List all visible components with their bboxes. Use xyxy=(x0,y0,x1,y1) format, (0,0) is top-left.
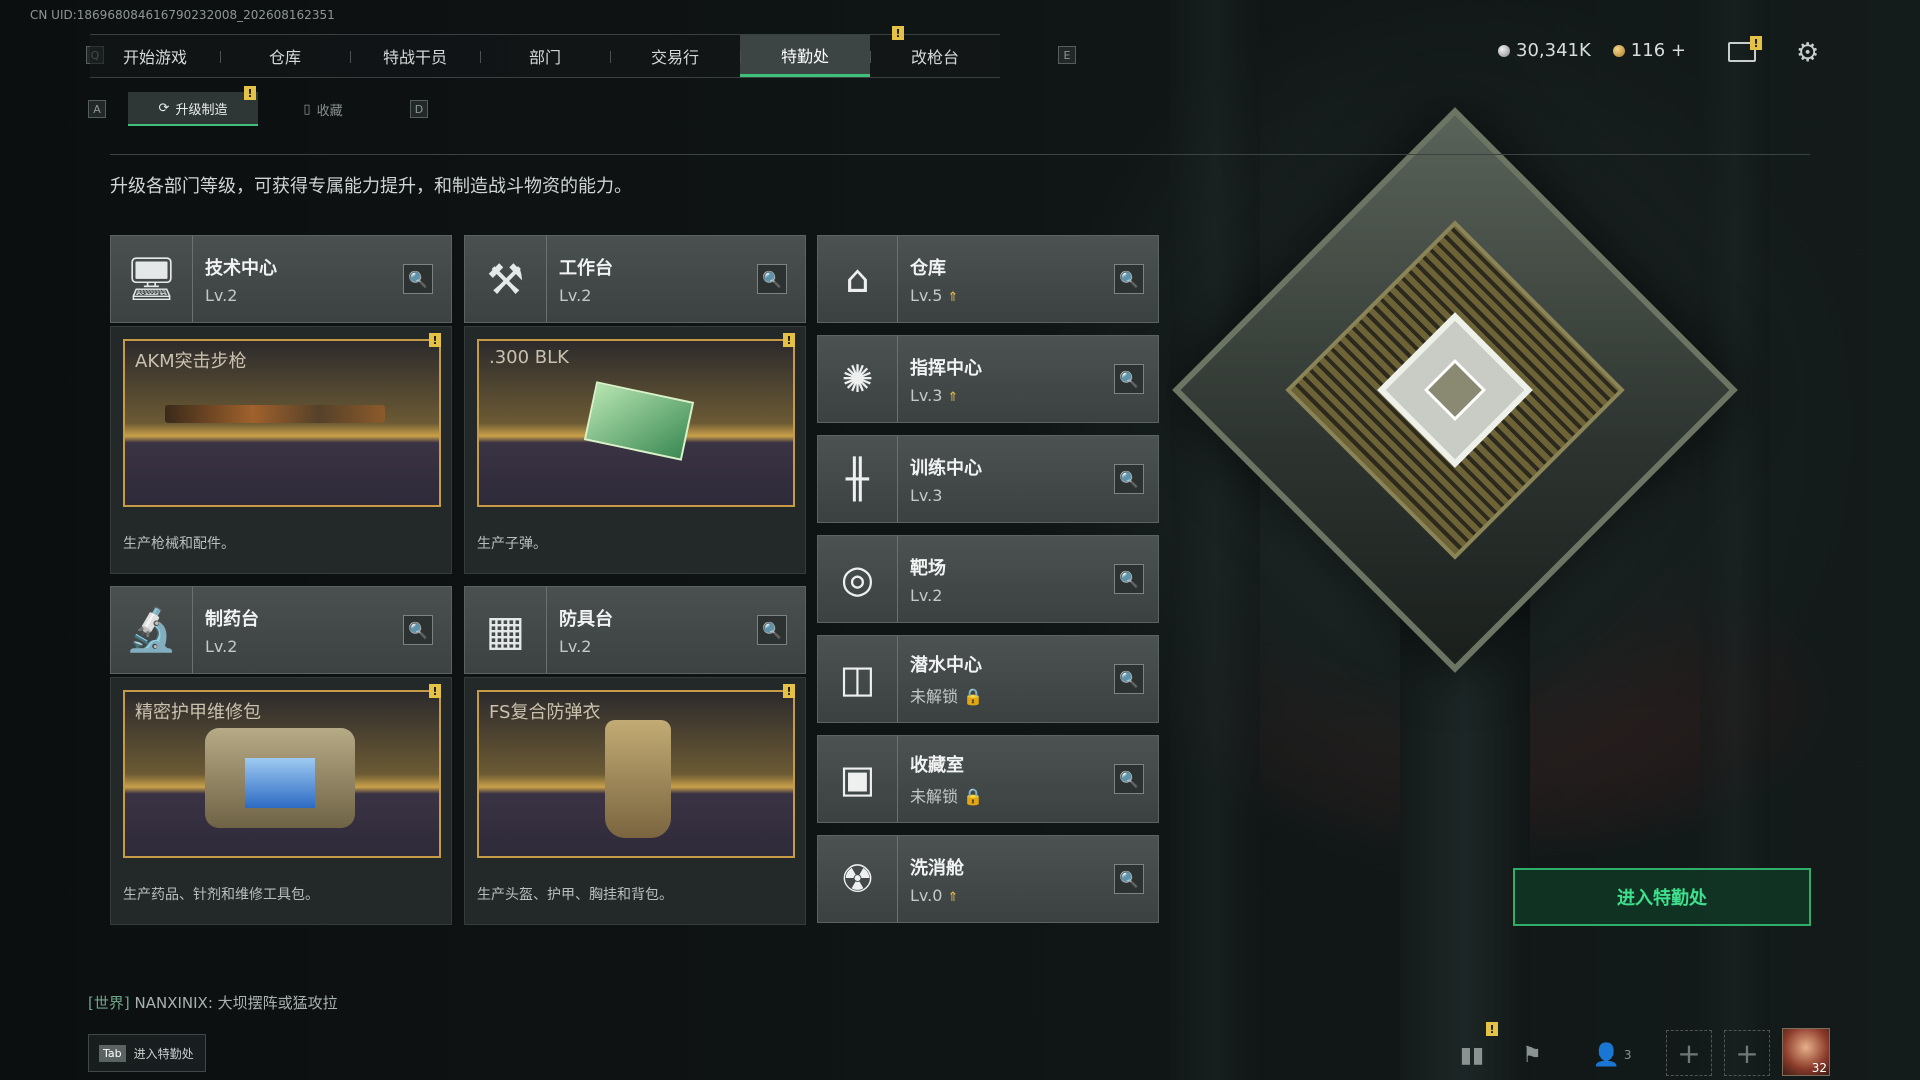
product-card-armor-bench[interactable]: FS复合防弹衣 ! 生产头盔、护甲、胸挂和背包。 xyxy=(464,677,806,925)
add-squad-slot-button[interactable]: + xyxy=(1724,1030,1770,1076)
product-image: 精密护甲维修包 xyxy=(123,690,441,858)
ammo-box-icon xyxy=(583,381,695,461)
dumbbell-icon: ╫ xyxy=(818,436,898,522)
tab-special-ops[interactable]: 特勤处 xyxy=(740,35,870,77)
upgrade-arrow-icon: ⇑ xyxy=(947,289,959,305)
search-icon[interactable]: 🔍 xyxy=(1114,864,1144,894)
command-icon: ✺ xyxy=(818,336,898,422)
intro-text: 升级各部门等级，可获得专属能力提升，和制造战斗物资的能力。 xyxy=(110,176,632,197)
product-alert-icon: ! xyxy=(783,684,795,698)
upgrade-arrow-icon: ⇑ xyxy=(947,889,959,905)
upgrade-icon: ⟳ xyxy=(158,100,170,116)
search-icon[interactable]: 🔍 xyxy=(757,615,787,645)
user-id-label: CN UID:1869680846167902320​08_2026081623… xyxy=(30,8,335,22)
search-icon[interactable]: 🔍 xyxy=(757,264,787,294)
facility-diving-center[interactable]: ◫ 潜水中心 未解锁 🔒 🔍 xyxy=(817,635,1159,723)
tab-warehouse[interactable]: 仓库 xyxy=(220,35,350,77)
product-card-tech-center[interactable]: AKM突击步枪 ! 生产枪械和配件。 xyxy=(110,326,452,574)
add-currency-button[interactable]: + xyxy=(1671,40,1686,61)
tab-operators[interactable]: 特战干员 xyxy=(350,35,480,77)
facility-decon-chamber[interactable]: ☢ 洗消舱 Lv.0 ⇑ 🔍 xyxy=(817,835,1159,923)
search-icon[interactable]: 🔍 xyxy=(1114,764,1144,794)
tools-icon: ⚒ xyxy=(465,236,547,322)
subtab-collection[interactable]: ▯ 收藏 xyxy=(258,92,388,126)
world-chat[interactable]: [世界] NANXINIX: 大坝摆阵或猛攻拉 xyxy=(88,992,338,1013)
key-hint-d: D xyxy=(410,100,428,118)
gear-icon[interactable]: ⚙ xyxy=(1796,38,1819,68)
rifle-icon xyxy=(165,405,385,423)
facility-shooting-range[interactable]: ◎ 靶场 Lv.2 🔍 xyxy=(817,535,1159,623)
search-icon[interactable]: 🔍 xyxy=(403,264,433,294)
facility-command-center[interactable]: ✺ 指挥中心 Lv.3 ⇑ 🔍 xyxy=(817,335,1159,423)
key-hint-e: E xyxy=(1058,46,1076,64)
subtab-alert-icon: ! xyxy=(244,86,256,100)
sub-tabs: ⟳ 升级制造 ▯ 收藏 xyxy=(128,92,388,126)
gold-coin-icon xyxy=(1612,45,1625,57)
computer-icon: 🖥 xyxy=(111,236,193,322)
warehouse-icon: ⌂ xyxy=(818,236,898,322)
tab-hint-button[interactable]: Tab 进入特勤处 xyxy=(88,1034,206,1072)
add-squad-slot-button[interactable]: + xyxy=(1666,1030,1712,1076)
body-armor-icon xyxy=(605,720,671,838)
stats-icon[interactable]: ▮▮ xyxy=(1452,1035,1492,1075)
main-nav: 开始游戏 仓库 特战干员 部门 交易行 特勤处 改枪台 xyxy=(90,34,1000,78)
search-icon[interactable]: 🔍 xyxy=(1114,664,1144,694)
microscope-icon: 🔬 xyxy=(111,587,193,673)
key-hint-a: A xyxy=(88,100,106,118)
flag-icon[interactable]: ⚑ xyxy=(1512,1035,1552,1075)
stats-alert-icon: ! xyxy=(1486,1022,1498,1036)
diving-mask-icon: ◫ xyxy=(818,636,898,722)
tab-gunsmith[interactable]: 改枪台 xyxy=(870,35,1000,77)
product-alert-icon: ! xyxy=(429,684,441,698)
search-icon[interactable]: 🔍 xyxy=(1114,564,1144,594)
product-image: .300 BLK xyxy=(477,339,795,507)
boxes-icon: ▦ xyxy=(465,587,547,673)
facility-training-center[interactable]: ╫ 训练中心 Lv.3 🔍 xyxy=(817,435,1159,523)
collection-room-icon: ▣ xyxy=(818,736,898,822)
gold-currency[interactable]: 116 + xyxy=(1612,40,1686,61)
repair-kit-icon xyxy=(205,728,355,828)
search-icon[interactable]: 🔍 xyxy=(1114,464,1144,494)
product-alert-icon: ! xyxy=(783,333,795,347)
tab-start-game[interactable]: 开始游戏 xyxy=(90,35,220,77)
alert-icon: ! xyxy=(892,26,904,40)
product-card-pharmacy[interactable]: 精密护甲维修包 ! 生产药品、针剂和维修工具包。 xyxy=(110,677,452,925)
tab-department[interactable]: 部门 xyxy=(480,35,610,77)
product-image: AKM突击步枪 xyxy=(123,339,441,507)
product-card-workbench[interactable]: .300 BLK ! 生产子弹。 xyxy=(464,326,806,574)
silver-currency: 30,341K xyxy=(1498,40,1591,61)
friends-icon[interactable]: 👤 3 xyxy=(1582,1035,1642,1075)
search-icon[interactable]: 🔍 xyxy=(403,615,433,645)
facility-collection-room[interactable]: ▣ 收藏室 未解锁 🔒 🔍 xyxy=(817,735,1159,823)
facility-pharmacy[interactable]: 🔬 制药台 Lv.2 🔍 xyxy=(110,586,452,674)
hazmat-icon: ☢ xyxy=(818,836,898,922)
facility-tech-center[interactable]: 🖥 技术中心 Lv.2 🔍 xyxy=(110,235,452,323)
facility-armor-bench[interactable]: ▦ 防具台 Lv.2 🔍 xyxy=(464,586,806,674)
currency-bar: 30,341K 116 + xyxy=(1498,40,1686,61)
lock-icon: 🔒 xyxy=(963,787,984,806)
avatar[interactable]: 32 xyxy=(1782,1028,1830,1076)
search-icon[interactable]: 🔍 xyxy=(1114,364,1144,394)
product-alert-icon: ! xyxy=(429,333,441,347)
divider xyxy=(110,154,1810,155)
lock-icon: 🔒 xyxy=(963,687,984,706)
subtab-upgrade[interactable]: ⟳ 升级制造 xyxy=(128,92,258,126)
facility-warehouse[interactable]: ⌂ 仓库 Lv.5 ⇑ 🔍 xyxy=(817,235,1159,323)
product-image: FS复合防弹衣 xyxy=(477,690,795,858)
upgrade-arrow-icon: ⇑ xyxy=(947,389,959,405)
silver-coin-icon xyxy=(1498,45,1510,57)
search-icon[interactable]: 🔍 xyxy=(1114,264,1144,294)
facility-workbench[interactable]: ⚒ 工作台 Lv.2 🔍 xyxy=(464,235,806,323)
collection-icon: ▯ xyxy=(303,101,311,117)
mail-alert-icon: ! xyxy=(1750,36,1762,50)
target-icon: ◎ xyxy=(818,536,898,622)
tab-trading[interactable]: 交易行 xyxy=(610,35,740,77)
enter-special-ops-button[interactable]: 进入特勤处 xyxy=(1513,868,1811,926)
